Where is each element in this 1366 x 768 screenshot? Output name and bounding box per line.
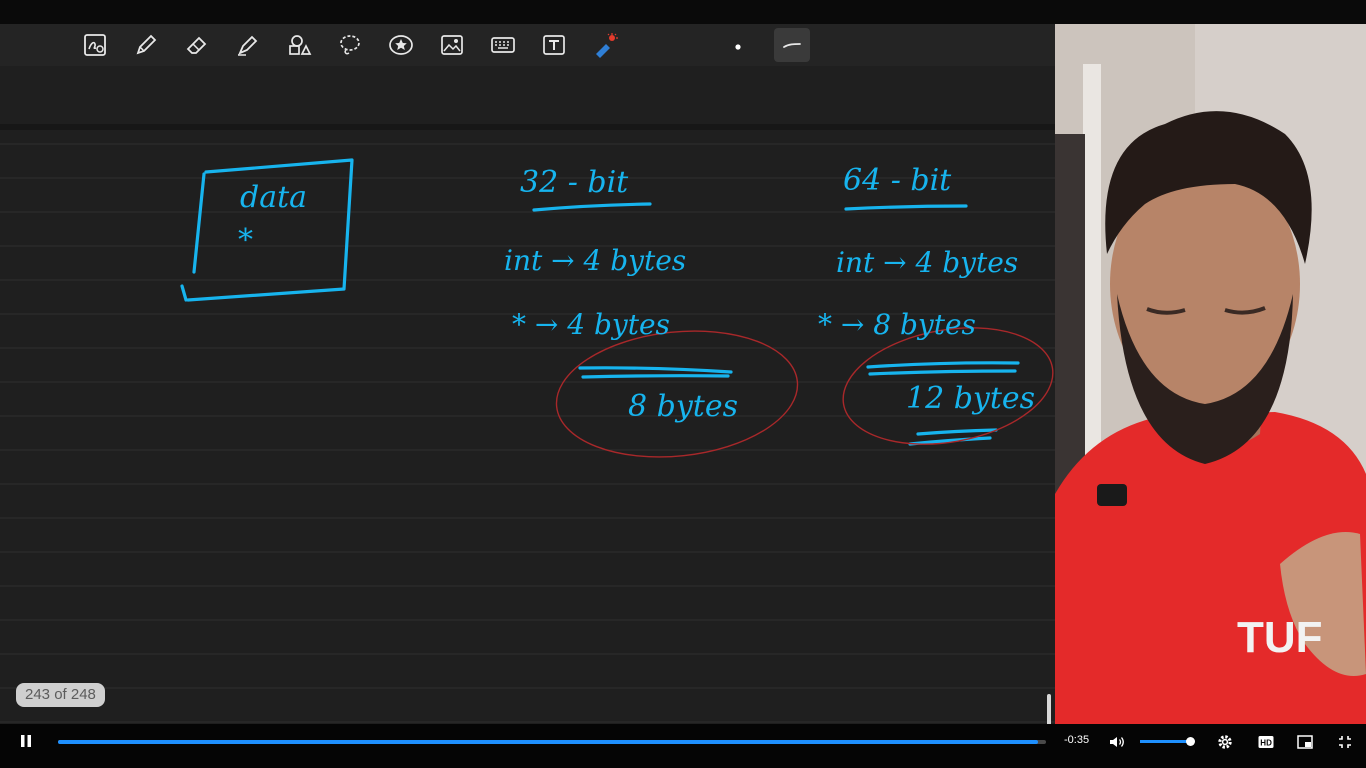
total-32-bytes: 8 bytes [628,389,738,424]
pause-icon [21,735,31,747]
row2-32-pointer: * → 4 bytes [512,308,670,341]
heading-32-underline [532,202,652,212]
exit-fullscreen-icon [1339,736,1351,748]
webcam-feed: TUF [1055,24,1366,736]
total-32-underline [578,366,733,379]
svg-text:HD: HD [1260,739,1272,748]
volume-slider[interactable] [1140,737,1195,746]
total-64-bytes: 12 bytes [906,381,1035,416]
pause-button[interactable] [14,730,38,752]
video-controls: HD [0,724,1366,768]
heading-64-underline [844,204,968,211]
time-remaining: -0:35 [1064,734,1090,746]
volume-icon [1110,737,1124,747]
seek-bar[interactable] [58,740,1046,744]
quality-button[interactable]: HD [1255,732,1277,752]
miniplayer-button[interactable] [1294,732,1316,752]
total-64-underline [866,361,1020,376]
row1-32-int: int → 4 bytes [504,244,686,277]
seek-bar-progress [58,740,1039,744]
volume-slider-handle[interactable] [1185,737,1195,746]
volume-button[interactable] [1106,732,1128,752]
box-label-star: * [238,223,253,258]
top-bar [0,0,1366,24]
hd-icon: HD [1258,736,1274,748]
page-counter: 243 of 248 [16,683,105,707]
presenter-image: TUF [1055,24,1366,736]
row1-64-int: int → 4 bytes [836,246,1018,279]
exit-fullscreen-button[interactable] [1334,732,1356,752]
miniplayer-icon [1297,735,1313,749]
heading-64-bit: 64 - bit [843,163,952,198]
shirt-logo: TUF [1237,613,1323,662]
box-label-data: data [240,180,307,215]
heading-32-bit: 32 - bit [520,165,629,200]
settings-button[interactable] [1214,732,1236,752]
volume-slider-level [1140,740,1190,743]
row2-64-pointer: * → 8 bytes [818,308,976,341]
handwriting-layer: data * 32 - bit 64 - bit int → 4 bytes *… [180,158,1054,458]
settings-icon [1218,735,1232,749]
notes-canvas[interactable]: data * 32 - bit 64 - bit int → 4 bytes *… [0,24,1055,736]
